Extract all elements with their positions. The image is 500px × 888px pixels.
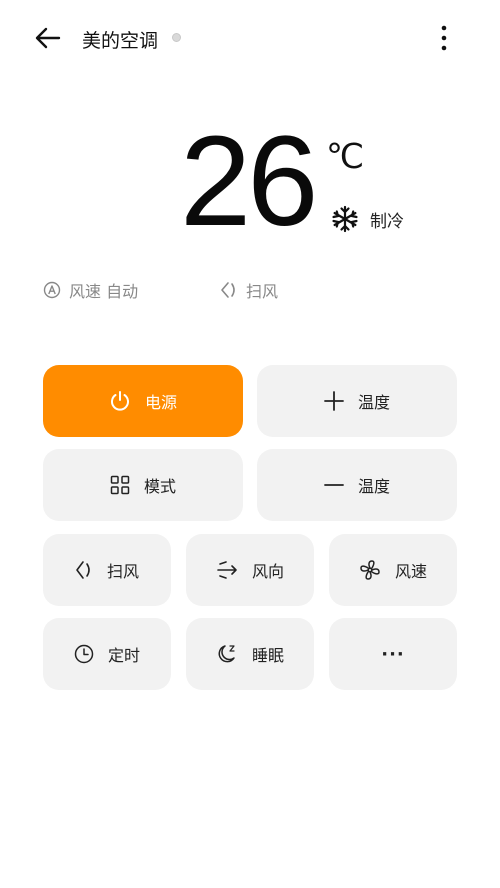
temp-down-button[interactable]: 温度 <box>257 449 457 521</box>
temp-up-button[interactable]: 温度 <box>257 365 457 437</box>
fan-speed-status-label: 风速 自动 <box>69 282 139 301</box>
temperature-unit: ℃ <box>326 138 365 176</box>
more-vertical-icon <box>441 25 447 51</box>
fan-speed-button[interactable]: 风速 <box>329 534 457 606</box>
temp-down-label: 温度 <box>357 477 390 496</box>
plus-icon <box>324 391 344 411</box>
fan-speed-status: 风速 自动 <box>43 278 138 302</box>
timer-button[interactable]: 定时 <box>43 618 171 690</box>
swing-status-label: 扫风 <box>246 282 279 301</box>
fan-speed-label: 风速 <box>394 562 427 581</box>
power-label: 电源 <box>144 393 177 412</box>
direction-label: 风向 <box>251 562 284 581</box>
direction-button[interactable]: 风向 <box>186 534 314 606</box>
page-title: 美的空调 <box>82 30 159 52</box>
fan-icon <box>360 560 380 580</box>
more-options-button[interactable] <box>428 22 460 54</box>
sleep-button[interactable]: 睡眠 <box>186 618 314 690</box>
mode-button[interactable]: 模式 <box>43 449 243 521</box>
snowflake-icon <box>332 205 358 233</box>
temp-up-label: 温度 <box>357 393 390 412</box>
back-button[interactable] <box>32 22 64 54</box>
wind-direction-icon <box>217 561 237 579</box>
swing-button-label: 扫风 <box>106 562 139 581</box>
moon-sleep-icon <box>218 645 235 663</box>
grid-icon <box>110 475 130 495</box>
connection-status-dot <box>172 33 181 42</box>
temperature-value: 26 <box>180 110 318 253</box>
swing-button[interactable]: 扫风 <box>43 534 171 606</box>
swing-icon <box>221 282 235 298</box>
power-button[interactable]: 电源 <box>43 365 243 437</box>
status-row: 风速 自动 扫风 <box>43 278 463 302</box>
timer-label: 定时 <box>107 646 140 665</box>
mode-button-label: 模式 <box>143 477 176 496</box>
power-icon <box>111 391 129 411</box>
more-controls-button[interactable]: ··· <box>329 618 457 690</box>
mode-label: 制冷 <box>370 212 404 232</box>
swing-status: 扫风 <box>220 278 278 302</box>
clock-icon <box>74 644 94 664</box>
more-controls-label: ··· <box>381 643 405 665</box>
header: 美的空调 <box>0 0 500 80</box>
swing-icon <box>76 561 90 579</box>
arrow-left-icon <box>35 27 61 49</box>
auto-icon <box>43 281 61 299</box>
minus-icon <box>324 484 344 486</box>
sleep-label: 睡眠 <box>251 646 284 665</box>
